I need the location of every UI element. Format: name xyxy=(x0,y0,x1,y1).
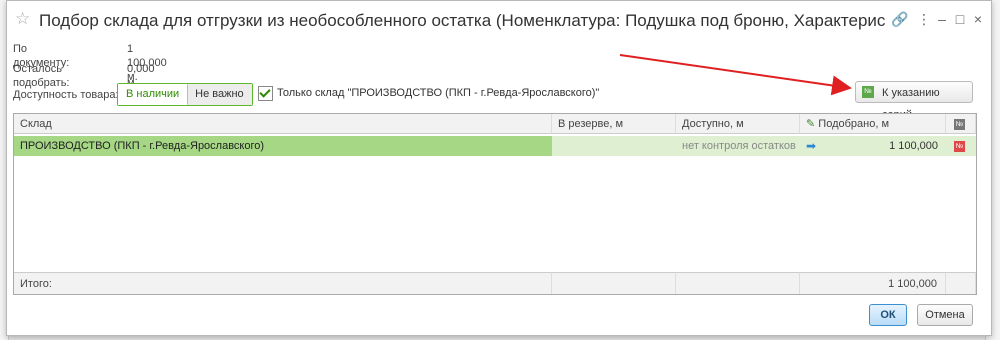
availability-toggle: В наличии Не важно xyxy=(117,83,253,106)
col-header-picked-label: Подобрано, м xyxy=(818,118,890,130)
window-title: Подбор склада для отгрузки из необособле… xyxy=(39,11,885,30)
footer-picked-total: 1 100,000 xyxy=(800,272,946,294)
cell-warehouse: ПРОИЗВОДСТВО (ПКП - г.Ревда-Ярославского… xyxy=(14,136,552,156)
only-warehouse-checkbox[interactable] xyxy=(258,86,273,101)
title-bar: ☆ Подбор склада для отгрузки из необособ… xyxy=(7,1,991,39)
warehouse-table: Склад В резерве, м Доступно, м ✎ Подобра… xyxy=(13,113,977,295)
minimize-icon[interactable]: – xyxy=(933,11,951,27)
footer-number xyxy=(946,272,976,294)
cell-pick-action[interactable]: ➡ xyxy=(800,136,828,156)
maximize-icon[interactable]: □ xyxy=(951,11,969,27)
number-icon: № xyxy=(954,118,965,130)
col-header-number[interactable]: № xyxy=(946,114,976,134)
cell-picked[interactable]: 1 100,000 xyxy=(828,136,946,156)
availability-label: Доступность товара: xyxy=(13,89,119,101)
dialog-window: ☆ Подбор склада для отгрузки из необособ… xyxy=(6,0,992,336)
col-header-reserved[interactable]: В резерве, м xyxy=(552,114,676,134)
cell-reserved xyxy=(552,136,676,156)
series-badge-icon: № xyxy=(954,140,965,152)
link-icon[interactable]: 🔗 xyxy=(891,11,909,27)
footer-reserved xyxy=(552,272,676,294)
pencil-icon: ✎ xyxy=(806,118,816,130)
close-icon[interactable]: × xyxy=(969,11,987,27)
cancel-button[interactable]: Отмена xyxy=(917,304,973,326)
ok-button[interactable]: ОК xyxy=(869,304,907,326)
only-warehouse-label: Только склад "ПРОИЗВОДСТВО (ПКП - г.Ревд… xyxy=(277,87,600,99)
col-header-picked[interactable]: ✎ Подобрано, м xyxy=(800,114,946,134)
col-header-available[interactable]: Доступно, м xyxy=(676,114,800,134)
footer-available xyxy=(676,272,800,294)
availability-option-any[interactable]: Не важно xyxy=(187,84,252,105)
remaining-label: Осталось подобрать: xyxy=(13,63,70,89)
series-button[interactable]: № К указанию серий xyxy=(855,81,973,121)
series-number-icon: № xyxy=(862,86,874,98)
star-icon[interactable]: ☆ xyxy=(15,9,30,29)
availability-option-in-stock[interactable]: В наличии xyxy=(118,84,188,105)
cell-badge[interactable]: № xyxy=(946,136,976,156)
footer-label: Итого: xyxy=(14,272,552,294)
col-header-warehouse[interactable]: Склад xyxy=(14,114,552,134)
cell-available: нет контроля остатков xyxy=(676,136,800,156)
arrow-right-icon[interactable]: ➡ xyxy=(806,139,816,153)
more-icon[interactable]: ⋮ xyxy=(915,11,933,27)
